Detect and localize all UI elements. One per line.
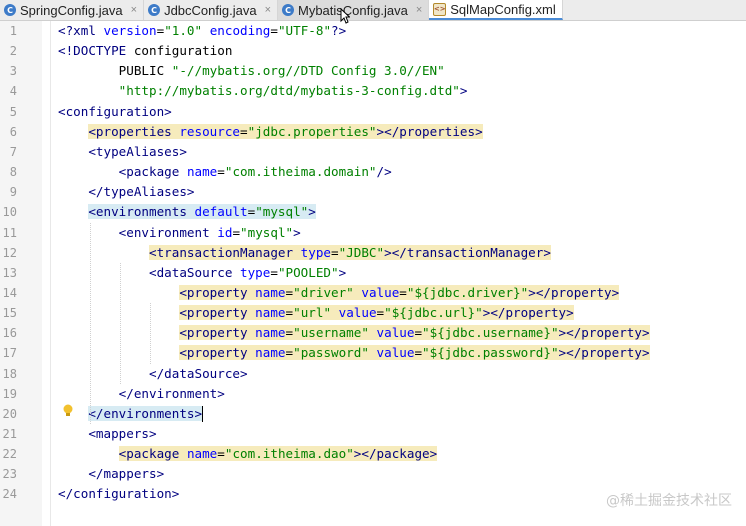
line-number: 2 bbox=[9, 44, 17, 59]
line-number: 22 bbox=[2, 447, 17, 462]
tab-sqlmapconfig-xml[interactable]: <> SqlMapConfig.xml bbox=[429, 0, 563, 20]
code-line[interactable]: 13 <dataSource type="POOLED"> bbox=[0, 263, 746, 283]
code-line[interactable]: 6 <properties resource="jdbc.properties"… bbox=[0, 122, 746, 142]
line-number: 23 bbox=[2, 467, 17, 482]
code-line[interactable]: 23 </mappers> bbox=[0, 464, 746, 484]
tab-label: SpringConfig.java bbox=[20, 2, 123, 18]
code-line[interactable]: 15 <property name="url" value="${jdbc.ur… bbox=[0, 303, 746, 323]
line-number: 5 bbox=[9, 104, 17, 119]
code-line[interactable]: 9 </typeAliases> bbox=[0, 182, 746, 202]
line-number: 18 bbox=[2, 366, 17, 381]
watermark: @稀土掘金技术社区 bbox=[606, 493, 732, 509]
line-number: 15 bbox=[2, 306, 17, 321]
line-number: 11 bbox=[2, 225, 17, 240]
line-number: 19 bbox=[2, 386, 17, 401]
line-number: 10 bbox=[2, 205, 17, 220]
code-text: <!DOCTYPE configuration bbox=[58, 43, 233, 59]
line-number: 21 bbox=[2, 427, 17, 441]
code-line[interactable]: 11 <environment id="mysql"> bbox=[0, 223, 746, 243]
tab-label: MybatisConfig.java bbox=[298, 2, 408, 18]
code-text: <property name="password" value="${jdbc.… bbox=[179, 345, 650, 361]
code-line[interactable]: 20 </environments> bbox=[0, 404, 746, 424]
tab-mybatisconfig-java[interactable]: C MybatisConfig.java × bbox=[278, 0, 430, 20]
close-tab-icon[interactable]: × bbox=[265, 4, 271, 16]
code-text: <property name="username" value="${jdbc.… bbox=[179, 325, 650, 341]
tab-springconfig-java[interactable]: C SpringConfig.java × bbox=[0, 0, 145, 20]
code-text: "http://mybatis.org/dtd/mybatis-3-config… bbox=[118, 83, 468, 99]
code-line[interactable]: 10 <environments default="mysql"> bbox=[0, 202, 746, 222]
java-class-icon: C bbox=[148, 4, 161, 16]
code-line[interactable]: 19 </environment> bbox=[0, 384, 746, 404]
code-line[interactable]: 1 <?xml version="1.0" encoding="UTF-8"?> bbox=[0, 21, 746, 41]
tab-label: SqlMapConfig.xml bbox=[450, 1, 556, 17]
code-text: <dataSource type="POOLED"> bbox=[149, 264, 347, 280]
java-class-icon: C bbox=[282, 4, 294, 16]
line-number: 16 bbox=[2, 326, 17, 341]
line-number: 20 bbox=[2, 406, 17, 421]
code-editor[interactable]: 1 <?xml version="1.0" encoding="UTF-8"?> 2… bbox=[0, 21, 746, 526]
line-number: 8 bbox=[9, 165, 17, 180]
line-number: 24 bbox=[2, 487, 17, 502]
code-line[interactable]: 21 <mappers> bbox=[0, 424, 746, 444]
code-text: </environments> bbox=[88, 405, 203, 421]
code-line[interactable]: 12 <transactionManager type="JDBC"></tra… bbox=[0, 243, 746, 263]
code-text: <mappers> bbox=[88, 426, 157, 441]
code-line[interactable]: 17 <property name="password" value="${jd… bbox=[0, 343, 746, 363]
line-number: 14 bbox=[2, 285, 17, 300]
code-line[interactable]: 8 <package name="com.itheima.domain"/> bbox=[0, 162, 746, 182]
mouse-cursor-icon bbox=[340, 8, 350, 24]
code-text: <typeAliases> bbox=[88, 143, 187, 159]
code-text: <properties resource="jdbc.properties"><… bbox=[88, 123, 483, 139]
line-number: 7 bbox=[9, 144, 17, 159]
code-text: <package name="com.itheima.dao"></packag… bbox=[118, 446, 438, 462]
line-number: 3 bbox=[9, 64, 17, 79]
code-text: </environment> bbox=[118, 385, 225, 401]
line-number: 1 bbox=[9, 24, 17, 38]
code-text: </dataSource> bbox=[149, 365, 248, 381]
tab-jdbcconfig-java[interactable]: C JdbcConfig.java × bbox=[144, 0, 278, 20]
code-text: </configuration> bbox=[58, 486, 180, 502]
code-text: <property name="driver" value="${jdbc.dr… bbox=[179, 284, 620, 300]
code-text: <transactionManager type="JDBC"></transa… bbox=[149, 244, 551, 260]
code-text: PUBLIC "-//mybatis.org//DTD Config 3.0//… bbox=[58, 63, 445, 79]
java-class-icon: C bbox=[4, 4, 16, 16]
close-tab-icon[interactable]: × bbox=[416, 4, 422, 16]
lightbulb-icon[interactable] bbox=[62, 404, 74, 418]
code-line[interactable]: 7 <typeAliases> bbox=[0, 142, 746, 162]
line-number: 9 bbox=[9, 185, 17, 200]
code-line[interactable]: 14 <property name="driver" value="${jdbc… bbox=[0, 283, 746, 303]
code-line[interactable]: 16 <property name="username" value="${jd… bbox=[0, 323, 746, 343]
indent-guide bbox=[90, 222, 91, 424]
line-number: 13 bbox=[2, 265, 17, 280]
code-text: </typeAliases> bbox=[88, 184, 195, 200]
code-line[interactable]: 3 PUBLIC "-//mybatis.org//DTD Config 3.0… bbox=[0, 61, 746, 81]
line-number: 4 bbox=[9, 84, 17, 99]
indent-guide bbox=[150, 303, 151, 364]
code-line[interactable]: 18 </dataSource> bbox=[0, 364, 746, 384]
code-text: <package name="com.itheima.domain"/> bbox=[118, 164, 392, 180]
xml-file-icon: <> bbox=[433, 2, 447, 16]
code-text: <environments default="mysql"> bbox=[88, 204, 316, 220]
code-text: <environment id="mysql"> bbox=[118, 224, 301, 240]
code-line[interactable]: 5 <configuration> bbox=[0, 102, 746, 122]
code-line[interactable]: 4 "http://mybatis.org/dtd/mybatis-3-conf… bbox=[0, 81, 746, 101]
text-caret bbox=[202, 405, 203, 422]
code-text: <?xml version="1.0" encoding="UTF-8"?> bbox=[58, 23, 347, 38]
indent-guide bbox=[120, 262, 121, 384]
code-text: </mappers> bbox=[88, 466, 165, 482]
close-tab-icon[interactable]: × bbox=[131, 4, 137, 16]
code-line[interactable]: 2 <!DOCTYPE configuration bbox=[0, 41, 746, 61]
tab-label: JdbcConfig.java bbox=[164, 2, 257, 18]
line-number: 17 bbox=[2, 346, 17, 361]
line-number: 6 bbox=[9, 124, 17, 139]
code-line[interactable]: 22 <package name="com.itheima.dao"></pac… bbox=[0, 444, 746, 464]
line-number: 12 bbox=[2, 245, 17, 260]
editor-tab-bar: C SpringConfig.java × C JdbcConfig.java × C Myb… bbox=[0, 0, 746, 21]
code-text: <property name="url" value="${jdbc.url}"… bbox=[179, 305, 574, 321]
code-text: <configuration> bbox=[58, 103, 172, 119]
